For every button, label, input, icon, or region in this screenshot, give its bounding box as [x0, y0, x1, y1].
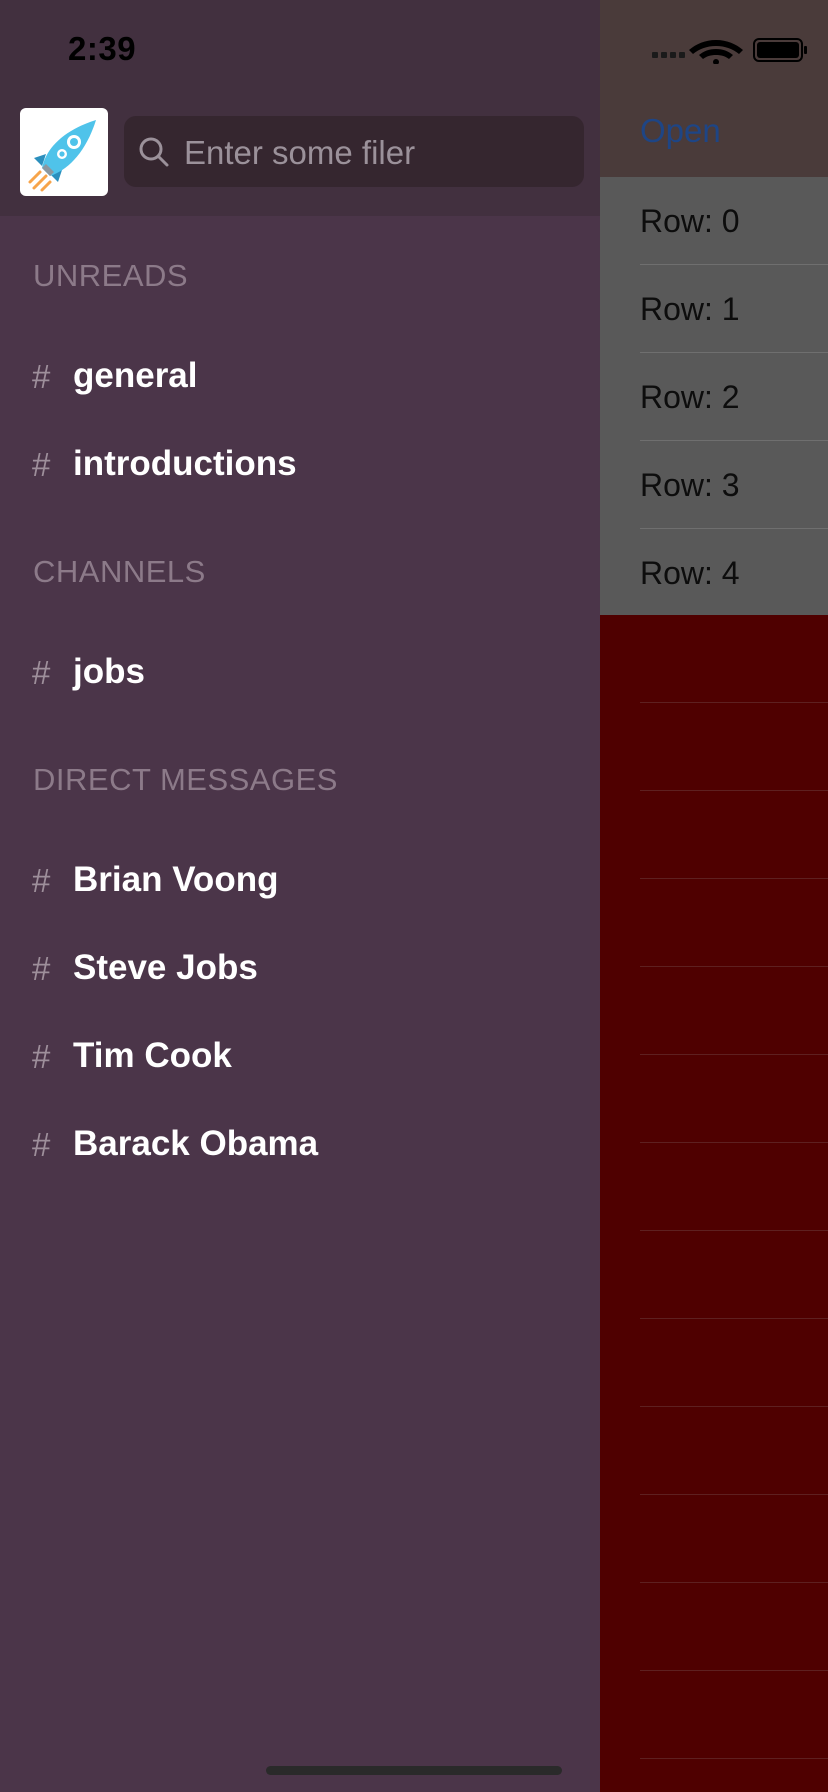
row-label: Row: 4: [640, 555, 740, 591]
channel-name: jobs: [73, 652, 145, 691]
channel-item-jobs[interactable]: # jobs: [0, 636, 600, 716]
table-row[interactable]: Row: 4: [600, 529, 828, 617]
dm-item-tim-cook[interactable]: # Tim Cook: [0, 1020, 600, 1100]
drawer-header: 2:39: [0, 0, 600, 216]
channel-name: general: [73, 356, 198, 395]
hash-icon: #: [32, 1126, 51, 1163]
dm-item-barack-obama[interactable]: # Barack Obama: [0, 1108, 600, 1188]
rows-list: Row: 0 Row: 1 Row: 2 Row: 3 Row: 4: [600, 177, 828, 615]
hash-icon: #: [32, 950, 51, 987]
row-divider: [640, 1670, 828, 1671]
section-title-unreads: UNREADS: [33, 258, 189, 293]
row-divider: [640, 1230, 828, 1231]
hash-icon: #: [32, 446, 51, 483]
search-icon: [139, 137, 169, 167]
row-divider: [640, 702, 828, 703]
row-divider: [640, 1494, 828, 1495]
section-title-direct-messages: DIRECT MESSAGES: [33, 762, 338, 797]
signal-icon: [652, 52, 685, 58]
app-rocket-icon[interactable]: [20, 108, 108, 196]
row-label: Row: 3: [640, 467, 740, 503]
channel-item-introductions[interactable]: # introductions: [0, 428, 600, 508]
dm-name: Brian Voong: [73, 860, 279, 899]
navigation-bar: Open: [600, 0, 828, 177]
row-divider: [640, 1582, 828, 1583]
open-button[interactable]: Open: [640, 112, 721, 150]
row-divider: [640, 1054, 828, 1055]
row-label: Row: 1: [640, 291, 740, 327]
row-divider: [640, 1142, 828, 1143]
row-divider: [640, 878, 828, 879]
row-divider: [640, 966, 828, 967]
dm-name: Steve Jobs: [73, 948, 258, 987]
dm-item-brian-voong[interactable]: # Brian Voong: [0, 844, 600, 924]
hash-icon: #: [32, 654, 51, 691]
hash-icon: #: [32, 1038, 51, 1075]
hash-icon: #: [32, 862, 51, 899]
main-content: Open Row: 0 Row: 1 Row: 2 Row: 3 Row: 4: [600, 0, 828, 1792]
row-label: Row: 0: [640, 203, 740, 239]
status-indicators: [652, 38, 807, 64]
table-row[interactable]: Row: 0: [600, 177, 828, 265]
side-drawer: 2:39 Enter some filer UNREADS # general …: [0, 0, 600, 1792]
row-divider: [640, 1318, 828, 1319]
wifi-icon: [689, 40, 743, 64]
status-time: 2:39: [68, 30, 137, 67]
search-input[interactable]: [182, 116, 576, 189]
row-divider: [640, 1406, 828, 1407]
search-field[interactable]: [124, 116, 584, 189]
section-title-channels: CHANNELS: [33, 554, 206, 589]
channel-name: introductions: [73, 444, 297, 483]
row-label: Row: 2: [640, 379, 740, 415]
hash-icon: #: [32, 358, 51, 395]
row-divider: [640, 790, 828, 791]
table-row[interactable]: Row: 2: [600, 353, 828, 441]
battery-icon: [753, 38, 807, 62]
table-row[interactable]: Row: 3: [600, 441, 828, 529]
dm-item-steve-jobs[interactable]: # Steve Jobs: [0, 932, 600, 1012]
channel-item-general[interactable]: # general: [0, 340, 600, 420]
table-row[interactable]: Row: 1: [600, 265, 828, 353]
dm-name: Barack Obama: [73, 1124, 319, 1163]
dm-name: Tim Cook: [73, 1036, 232, 1075]
row-divider: [640, 1758, 828, 1759]
home-indicator[interactable]: [266, 1766, 562, 1775]
